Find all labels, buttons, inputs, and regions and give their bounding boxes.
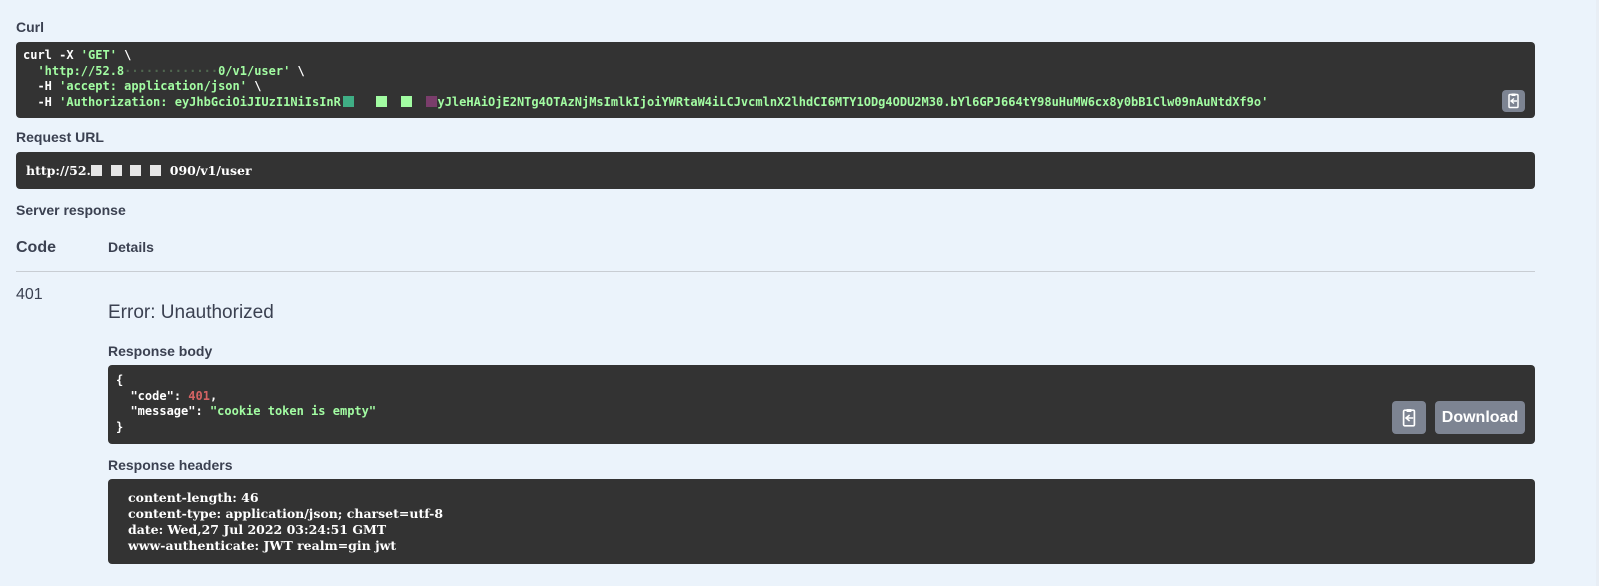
download-button[interactable]: Download xyxy=(1435,401,1525,434)
response-status-code: 401 xyxy=(16,286,43,303)
header-line: content-length: 46 xyxy=(128,490,259,505)
request-url-block: http://52. 090/v1/user xyxy=(16,152,1535,189)
header-line: www-authenticate: JWT realm=gin jwt xyxy=(128,538,397,553)
response-error-text: Error: Unauthorized xyxy=(108,302,274,323)
table-divider xyxy=(16,271,1535,272)
clipboard-copy-icon xyxy=(1508,93,1519,109)
clipboard-copy-icon xyxy=(1402,408,1416,427)
redaction-mark xyxy=(130,165,142,176)
server-response-panel: Curl curl -X 'GET' \ 'http://52.8·······… xyxy=(0,0,1599,586)
redaction-mark xyxy=(401,95,413,107)
details-column-header: Details xyxy=(108,239,154,255)
redaction-mark xyxy=(110,165,122,176)
response-headers-label: Response headers xyxy=(108,457,233,473)
response-headers-block: content-length: 46 content-type: applica… xyxy=(108,479,1535,564)
curl-line-2: 'http://52.8·············0/v1/user' \ xyxy=(37,63,305,78)
curl-line-3: -H 'accept: application/json' \ xyxy=(23,79,262,93)
request-url-label: Request URL xyxy=(16,129,104,145)
header-line: date: Wed,27 Jul 2022 03:24:51 GMT xyxy=(128,522,387,537)
copy-response-button[interactable] xyxy=(1392,401,1426,434)
server-response-label: Server response xyxy=(16,202,126,218)
curl-line-1: curl -X 'GET' \ xyxy=(23,48,132,62)
response-body-block: { "code": 401, "message": "cookie token … xyxy=(108,365,1535,444)
curl-label: Curl xyxy=(16,19,44,35)
header-line: content-type: application/json; charset=… xyxy=(128,506,444,521)
redaction-mark xyxy=(426,95,438,107)
redaction-mark xyxy=(150,165,162,176)
code-column-header: Code xyxy=(16,239,56,256)
redaction-mark xyxy=(342,95,354,107)
redaction-mark xyxy=(375,95,387,107)
redaction-mark xyxy=(90,165,102,176)
copy-curl-button[interactable] xyxy=(1502,90,1525,112)
curl-line-4: -H 'Authorization: eyJhbGciOiJIUzI1NiIsI… xyxy=(23,94,1269,109)
curl-code-block: curl -X 'GET' \ 'http://52.8············… xyxy=(16,42,1535,118)
response-body-label: Response body xyxy=(108,343,213,359)
